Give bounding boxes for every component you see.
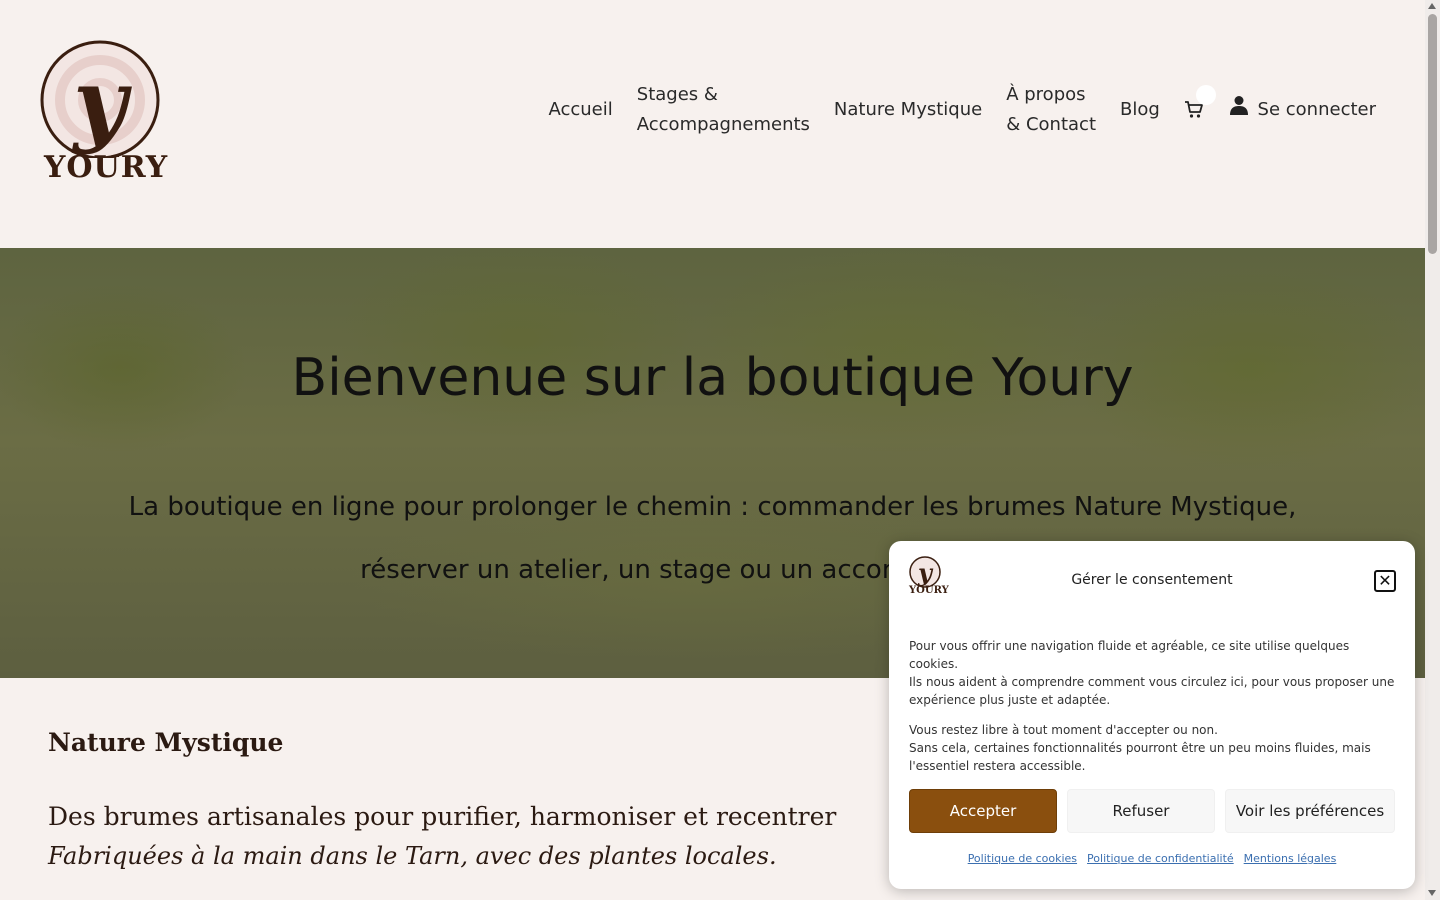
- nav-item-blog[interactable]: Blog: [1120, 95, 1160, 125]
- consent-text: Pour vous offrir une navigation fluide e…: [909, 637, 1399, 787]
- svg-text:y: y: [71, 48, 132, 156]
- cart-count-badge: [1195, 85, 1216, 105]
- consent-paragraph-2: Vous restez libre à tout moment d'accept…: [909, 721, 1399, 775]
- logo-wordmark: YOURY: [44, 150, 169, 185]
- nav-item-a-propos-line2: & Contact: [1006, 114, 1097, 135]
- login-link[interactable]: Se connecter: [1229, 95, 1376, 125]
- cookie-policy-link[interactable]: Politique de cookies: [968, 852, 1077, 865]
- nav-item-stages-line1: Stages &: [636, 84, 718, 105]
- hero-title: Bienvenue sur la boutique Youry: [291, 348, 1134, 408]
- consent-paragraph-1: Pour vous offrir une navigation fluide e…: [909, 637, 1399, 709]
- logo-emblem-icon: y: [40, 40, 160, 160]
- nav-item-accueil[interactable]: Accueil: [548, 95, 612, 125]
- consent-p2-line1: Vous restez libre à tout moment d'accept…: [909, 723, 1218, 737]
- consent-buttons: Accepter Refuser Voir les préférences: [909, 789, 1395, 833]
- user-icon: [1229, 96, 1248, 115]
- refuse-button[interactable]: Refuser: [1067, 789, 1215, 833]
- legal-notice-link[interactable]: Mentions légales: [1244, 852, 1337, 865]
- consent-p1-line2: Ils nous aident à comprendre comment vou…: [909, 675, 1395, 707]
- scroll-down-arrow-icon[interactable]: [1428, 890, 1436, 896]
- nav-item-stages[interactable]: Stages & Accompagnements: [637, 80, 810, 140]
- nav-item-stages-line2: Accompagnements: [636, 114, 810, 135]
- cart-button[interactable]: [1184, 85, 1216, 121]
- close-icon: ✕: [1378, 571, 1392, 590]
- nav-item-a-propos[interactable]: À propos & Contact: [1006, 80, 1096, 140]
- site-header: y YOURY Accueil Stages & Accompagnements…: [0, 0, 1425, 248]
- consent-title: Gérer le consentement: [1071, 572, 1233, 588]
- section-lead-italic: Fabriquées à la main dans le Tarn, avec …: [48, 842, 777, 870]
- page-scrollbar[interactable]: [1425, 0, 1440, 900]
- cookie-consent-dialog: y YOURY Gérer le consentement ✕ Pour vou…: [889, 541, 1415, 889]
- section-title: Nature Mystique: [48, 728, 284, 757]
- consent-p1-line1: Pour vous offrir une navigation fluide e…: [909, 639, 1350, 671]
- login-label: Se connecter: [1257, 99, 1376, 120]
- scroll-up-arrow-icon[interactable]: [1428, 3, 1436, 9]
- privacy-policy-link[interactable]: Politique de confidentialité: [1087, 852, 1234, 865]
- nav-item-nature-mystique[interactable]: Nature Mystique: [834, 95, 982, 125]
- main-nav: Accueil Stages & Accompagnements Nature …: [548, 80, 1376, 140]
- nav-item-a-propos-line1: À propos: [1006, 84, 1086, 105]
- accept-button[interactable]: Accepter: [909, 789, 1057, 833]
- consent-links: Politique de cookies Politique de confid…: [889, 852, 1415, 865]
- consent-p2-line2: Sans cela, certaines fonctionnalités pou…: [909, 741, 1371, 773]
- section-lead: Des brumes artisanales pour purifier, ha…: [48, 802, 837, 831]
- preferences-button[interactable]: Voir les préférences: [1225, 789, 1395, 833]
- close-button[interactable]: ✕: [1374, 570, 1396, 592]
- scroll-thumb[interactable]: [1428, 14, 1437, 254]
